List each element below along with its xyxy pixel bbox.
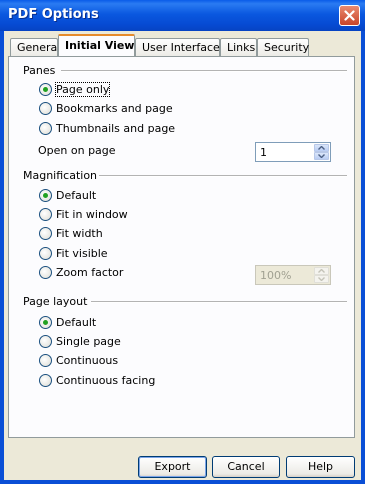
close-button[interactable] xyxy=(339,5,360,26)
page-layout-separator xyxy=(91,301,347,303)
spin-down-button[interactable] xyxy=(314,152,329,160)
tab-security[interactable]: Security xyxy=(257,38,309,56)
page-layout-heading: Page layout xyxy=(23,295,88,308)
open-on-page-label: Open on page xyxy=(38,144,116,157)
radio-button-icon xyxy=(39,82,52,96)
radio-label: Zoom factor xyxy=(56,265,124,279)
radio-button-icon xyxy=(39,246,52,260)
tab-links[interactable]: Links xyxy=(220,38,257,56)
radio-button-icon xyxy=(39,101,52,115)
open-on-page-value: 1 xyxy=(260,146,267,159)
radio-label: Page only xyxy=(54,81,111,97)
tab-general[interactable]: General xyxy=(10,38,60,56)
radio-fit-in-window[interactable]: Fit in window xyxy=(39,206,128,222)
radio-label: Fit width xyxy=(56,226,103,240)
radio-label: Single page xyxy=(56,334,121,348)
radio-button-icon xyxy=(39,207,52,221)
radio-zoom-factor[interactable]: Zoom factor xyxy=(39,264,123,280)
radio-label: Continuous xyxy=(56,353,119,367)
chevron-up-icon xyxy=(318,146,325,150)
initial-view-panel: Panes Page only Bookmarks and page Thumb… xyxy=(8,56,355,438)
zoom-factor-spinner[interactable]: 100% xyxy=(255,265,331,285)
radio-label: Bookmarks and page xyxy=(56,101,173,115)
radio-label: Thumbnails and page xyxy=(56,121,176,135)
dialog-body: General Initial View User Interface Link… xyxy=(4,31,361,480)
radio-button-icon xyxy=(39,226,52,240)
radio-thumbnails-and-page[interactable]: Thumbnails and page xyxy=(39,120,175,136)
radio-button-icon xyxy=(39,353,52,367)
export-button[interactable]: Export xyxy=(138,456,207,478)
magnification-separator xyxy=(99,175,347,177)
spin-up-button[interactable] xyxy=(314,267,329,275)
radio-label: Fit visible xyxy=(56,246,108,260)
cancel-button[interactable]: Cancel xyxy=(212,456,280,478)
radio-button-icon xyxy=(39,315,52,329)
radio-button-icon xyxy=(39,188,52,202)
spin-up-button[interactable] xyxy=(314,144,329,152)
radio-continuous-facing[interactable]: Continuous facing xyxy=(39,372,155,388)
radio-label: Fit in window xyxy=(56,207,128,221)
panes-heading: Panes xyxy=(23,64,56,77)
radio-fit-width[interactable]: Fit width xyxy=(39,225,103,241)
window-title: PDF Options xyxy=(8,7,99,22)
spinner-arrows xyxy=(314,267,329,283)
radio-button-icon xyxy=(39,373,52,387)
chevron-down-icon xyxy=(318,277,325,281)
panes-separator xyxy=(61,70,347,72)
spinner-arrows xyxy=(314,144,329,160)
zoom-factor-value: 100% xyxy=(260,269,292,282)
radio-button-icon xyxy=(39,334,52,348)
open-on-page-spinner[interactable]: 1 xyxy=(255,142,331,162)
radio-continuous[interactable]: Continuous xyxy=(39,352,118,368)
tab-initial-view[interactable]: Initial View xyxy=(58,34,135,56)
radio-label: Default xyxy=(56,188,97,202)
radio-button-icon xyxy=(39,265,52,279)
tab-user-interface[interactable]: User Interface xyxy=(135,38,220,56)
radio-button-icon xyxy=(39,121,52,135)
title-bar[interactable]: PDF Options xyxy=(0,0,365,31)
close-icon xyxy=(344,10,355,21)
radio-layout-default[interactable]: Default xyxy=(39,314,96,330)
radio-label: Default xyxy=(56,315,97,329)
spin-down-button[interactable] xyxy=(314,275,329,283)
radio-magnification-default[interactable]: Default xyxy=(39,187,96,203)
radio-single-page[interactable]: Single page xyxy=(39,333,121,349)
radio-page-only[interactable]: Page only xyxy=(39,81,111,97)
radio-bookmarks-and-page[interactable]: Bookmarks and page xyxy=(39,100,173,116)
dialog-window: PDF Options General Initial View User In… xyxy=(0,0,365,484)
magnification-heading: Magnification xyxy=(23,169,98,182)
chevron-down-icon xyxy=(318,154,325,158)
help-button[interactable]: Help xyxy=(286,456,355,478)
radio-fit-visible[interactable]: Fit visible xyxy=(39,245,108,261)
radio-label: Continuous facing xyxy=(56,373,156,387)
chevron-up-icon xyxy=(318,269,325,273)
